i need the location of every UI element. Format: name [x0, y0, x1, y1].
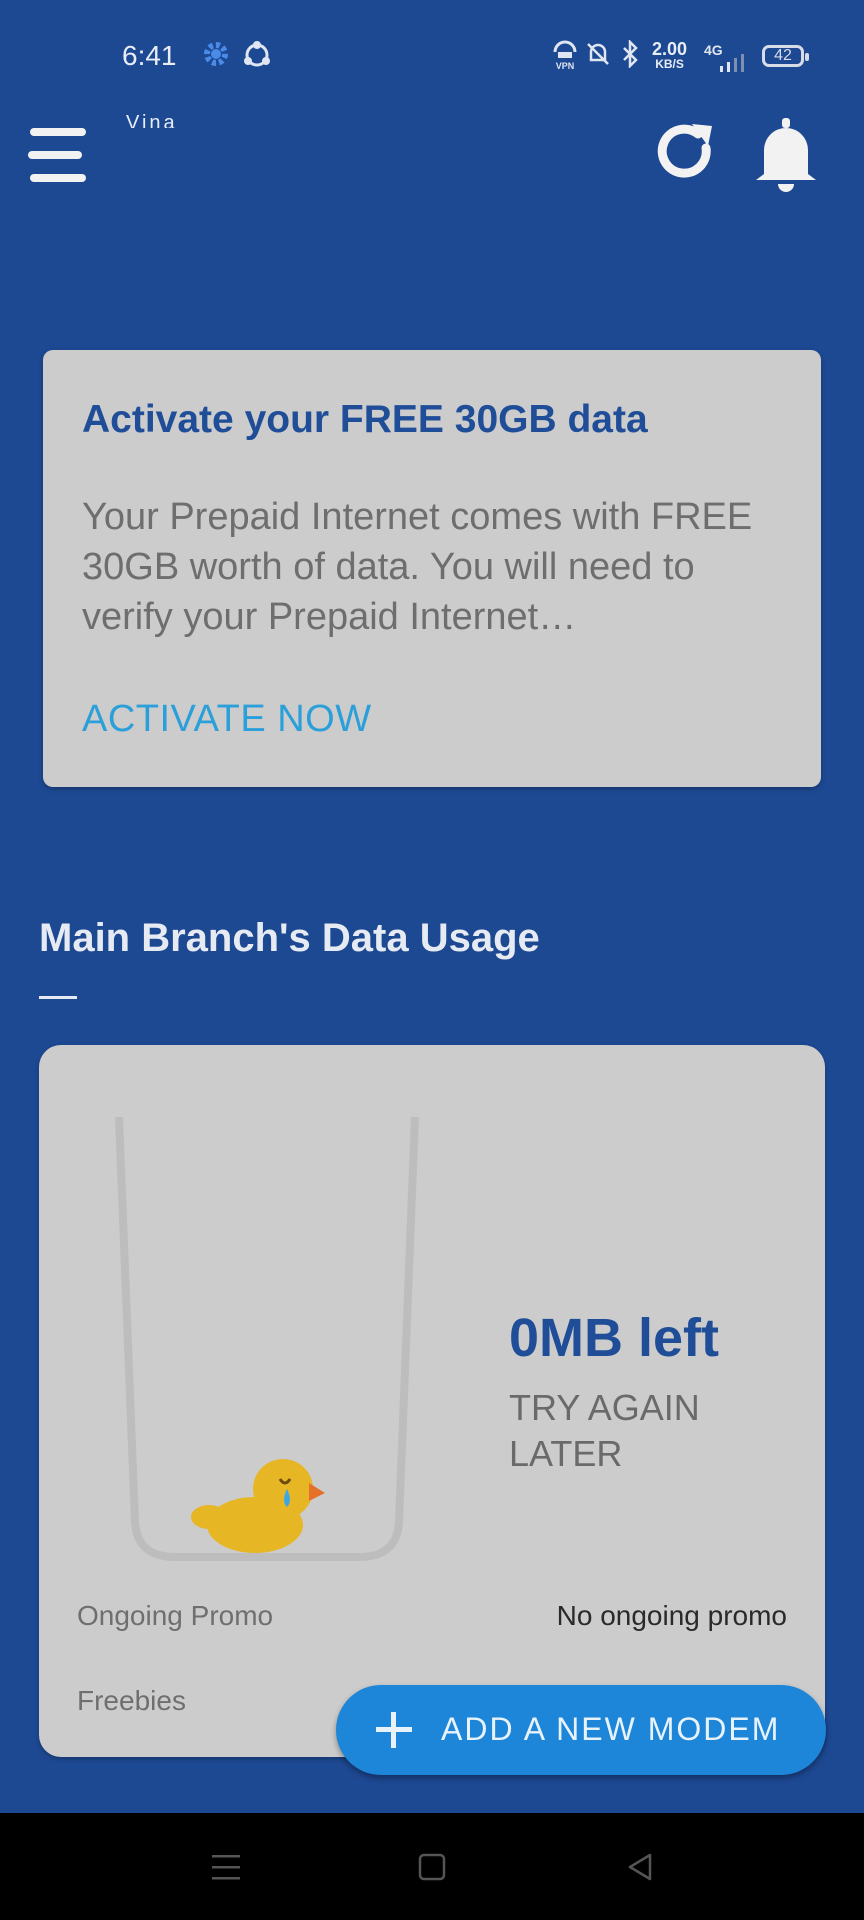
ongoing-promo-value: No ongoing promo: [556, 1600, 787, 1631]
add-new-modem-label: ADD A NEW MODEM: [441, 1711, 781, 1747]
home-icon[interactable]: [412, 1847, 452, 1887]
plus-icon: [376, 1712, 412, 1748]
data-usage-section-title: Main Branch's Data Usage: [39, 916, 540, 960]
ongoing-promo-label: Ongoing Promo: [77, 1600, 274, 1631]
activate-now-button[interactable]: ACTIVATE NOW: [82, 698, 372, 741]
bell-icon: [756, 118, 816, 192]
activate-data-card: Activate your FREE 30GB data Your Prepai…: [43, 350, 821, 787]
app-title: Vina: [126, 112, 178, 128]
notifications-button[interactable]: [752, 116, 820, 192]
svg-text:VPN: VPN: [556, 61, 575, 70]
status-bar: 6:41 VPN 2.00 KB/S 4G 42: [0, 0, 864, 110]
net-speed-value: 2.00: [652, 39, 688, 59]
section-divider: [39, 996, 77, 999]
crying-duck-icon: [191, 1459, 325, 1553]
status-time: 6:41: [122, 40, 177, 71]
activate-card-body: Your Prepaid Internet comes with FREE 30…: [82, 496, 753, 638]
freebies-label: Freebies: [77, 1685, 186, 1716]
vpn-icon: VPN: [553, 40, 577, 70]
data-usage-card: 0MB left TRY AGAIN LATER Ongoing Promo N…: [39, 1045, 825, 1757]
refresh-icon: [657, 124, 712, 178]
usage-status-text: TRY AGAIN LATER: [509, 1387, 700, 1474]
sync-icon: [244, 41, 270, 67]
menu-button[interactable]: [28, 126, 90, 184]
back-icon[interactable]: [620, 1847, 660, 1887]
empty-cup-illustration: [115, 1117, 419, 1561]
bluetooth-icon: [623, 40, 638, 68]
net-speed-unit: KB/S: [655, 57, 684, 71]
system-navigation-bar: [0, 1813, 864, 1920]
data-left-value: 0MB left: [509, 1308, 720, 1368]
signal-indicator: 4G: [704, 42, 748, 72]
battery-indicator: 42: [762, 45, 809, 67]
notifications-off-icon: [587, 43, 609, 65]
signal-bars-icon: [720, 54, 744, 72]
net-speed: 2.00 KB/S: [652, 40, 687, 71]
recents-icon[interactable]: [206, 1847, 246, 1887]
menu-icon: [28, 128, 86, 182]
activate-card-title: Activate your FREE 30GB data: [82, 398, 648, 441]
add-new-modem-button[interactable]: ADD A NEW MODEM: [336, 1685, 826, 1775]
settings-gear-icon: [204, 42, 228, 66]
refresh-button[interactable]: [654, 120, 718, 184]
